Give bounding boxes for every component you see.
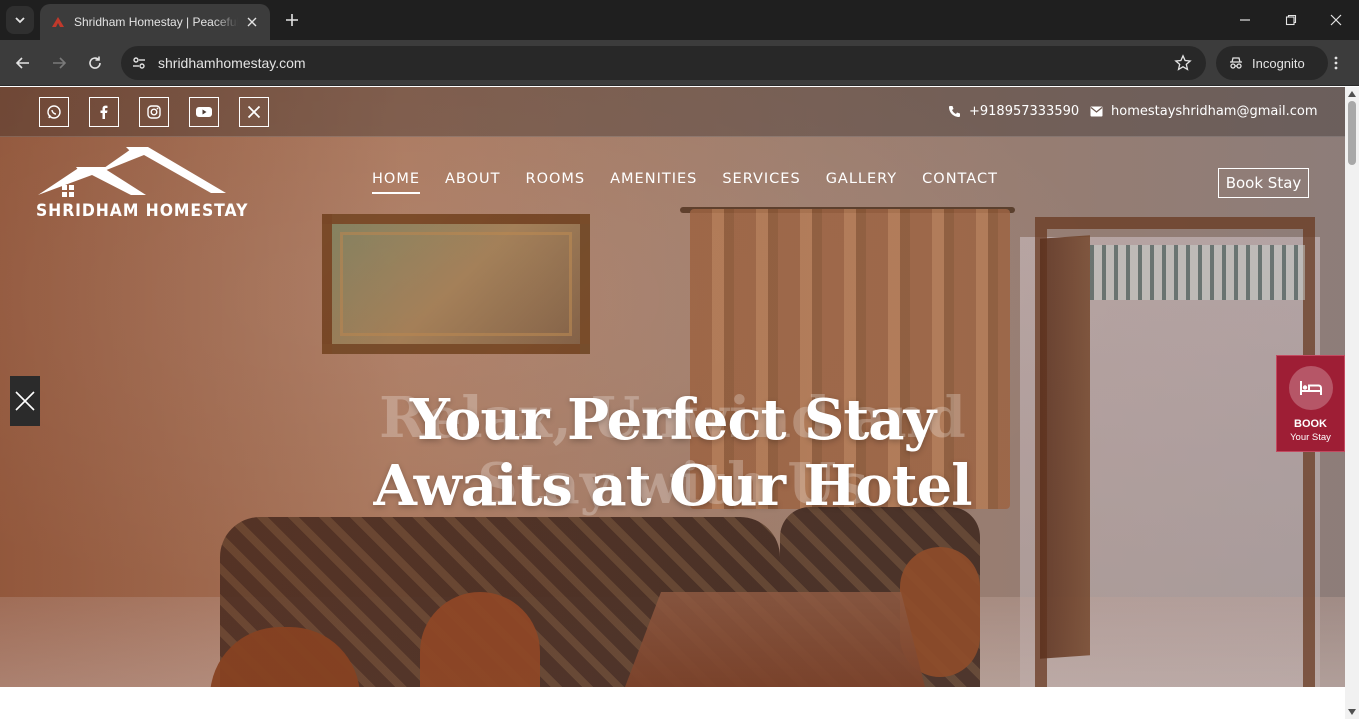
site-info-button[interactable] [129, 53, 149, 73]
nav-gallery[interactable]: GALLERY [826, 171, 897, 187]
facebook-link[interactable] [89, 97, 119, 127]
arrow-right-icon [53, 57, 67, 69]
browser-tab[interactable]: Shridham Homestay | Peaceful & Comfortab… [40, 4, 270, 40]
back-button[interactable] [9, 49, 37, 77]
triangle-up-icon [1348, 91, 1356, 97]
plus-icon [286, 14, 298, 26]
whatsapp-link[interactable] [39, 97, 69, 127]
restore-icon [1285, 14, 1297, 26]
more-vertical-icon [1334, 56, 1338, 70]
address-bar[interactable]: shridhamhomestay.com [121, 46, 1206, 80]
bed-icon [1299, 381, 1322, 395]
page-scrollbar[interactable] [1345, 87, 1359, 719]
phone-contact[interactable]: +918957333590 [948, 104, 1079, 119]
tab-search-button[interactable] [6, 6, 34, 34]
site-favicon-icon [52, 17, 64, 27]
instagram-link[interactable] [139, 97, 169, 127]
incognito-indicator[interactable]: Incognito [1216, 46, 1328, 80]
incognito-icon [1230, 57, 1242, 69]
floating-book-label: BOOK [1294, 418, 1327, 430]
close-icon [15, 391, 35, 411]
chevron-down-icon [15, 17, 25, 24]
url-text: shridhamhomestay.com [158, 55, 306, 71]
main-navigation: HOME ABOUT ROOMS AMENITIES SERVICES GALL… [372, 171, 1023, 194]
book-stay-button[interactable]: Book Stay [1218, 168, 1309, 198]
forward-button[interactable] [45, 49, 73, 77]
logo-text: SHRIDHAM HOMESTAY [36, 201, 249, 221]
site-logo[interactable]: SHRIDHAM HOMESTAY [36, 145, 247, 221]
youtube-icon [196, 107, 212, 117]
x-icon [247, 105, 261, 119]
web-page: +918957333590 homestayshridham@gmail.com… [0, 87, 1345, 719]
hero-section: +918957333590 homestayshridham@gmail.com… [0, 87, 1345, 687]
incognito-label: Incognito [1252, 55, 1305, 71]
window-close-button[interactable] [1313, 0, 1359, 40]
phone-icon [949, 106, 960, 117]
house-roof-logo-icon [38, 147, 226, 197]
arrow-left-icon [15, 57, 29, 69]
bookmark-star-icon[interactable] [1174, 54, 1192, 72]
minimize-button[interactable] [1222, 0, 1268, 40]
floating-book-button[interactable]: BOOK Your Stay [1276, 355, 1345, 452]
tab-title: Shridham Homestay | Peaceful & Comfortab… [74, 15, 238, 29]
triangle-down-icon [1348, 709, 1356, 715]
browser-menu-button[interactable] [1326, 53, 1346, 73]
close-icon [247, 17, 257, 27]
nav-home[interactable]: HOME [372, 171, 420, 194]
headline-line-1: Your Perfect Stay [409, 387, 936, 453]
email-contact[interactable]: homestayshridham@gmail.com [1090, 104, 1317, 119]
close-side-panel-button[interactable] [10, 376, 40, 426]
restore-button[interactable] [1268, 0, 1314, 40]
close-icon [1330, 14, 1342, 26]
new-tab-button[interactable] [280, 10, 304, 30]
hero-headline: Your Perfect Stay Awaits at Our Hotel [340, 387, 1005, 519]
scroll-down-arrow[interactable] [1347, 707, 1357, 717]
envelope-icon [1090, 106, 1103, 117]
scroll-up-arrow[interactable] [1347, 89, 1357, 99]
scrollbar-thumb[interactable] [1348, 101, 1356, 165]
whatsapp-icon [47, 105, 61, 119]
browser-toolbar: shridhamhomestay.com Incognito [0, 40, 1359, 86]
tune-icon [133, 57, 145, 69]
top-info-bar: +918957333590 homestayshridham@gmail.com [0, 87, 1345, 137]
browser-tab-bar: Shridham Homestay | Peaceful & Comfortab… [0, 0, 1359, 40]
email-address: homestayshridham@gmail.com [1111, 104, 1318, 119]
nav-amenities[interactable]: AMENITIES [610, 171, 697, 187]
phone-number: +918957333590 [969, 104, 1080, 119]
headline-line-2: Awaits at Our Hotel [373, 453, 972, 519]
reload-button[interactable] [81, 49, 109, 77]
floating-book-sublabel: Your Stay [1290, 432, 1331, 443]
instagram-icon [147, 105, 161, 119]
x-link[interactable] [239, 97, 269, 127]
tab-close-button[interactable] [244, 14, 260, 30]
nav-contact[interactable]: CONTACT [922, 171, 998, 187]
minimize-icon [1240, 19, 1250, 21]
facebook-icon [100, 105, 108, 119]
nav-about[interactable]: ABOUT [445, 171, 501, 187]
youtube-link[interactable] [189, 97, 219, 127]
nav-services[interactable]: SERVICES [722, 171, 800, 187]
bed-icon-circle [1288, 366, 1333, 410]
nav-rooms[interactable]: ROOMS [526, 171, 586, 187]
reload-icon [89, 56, 101, 69]
